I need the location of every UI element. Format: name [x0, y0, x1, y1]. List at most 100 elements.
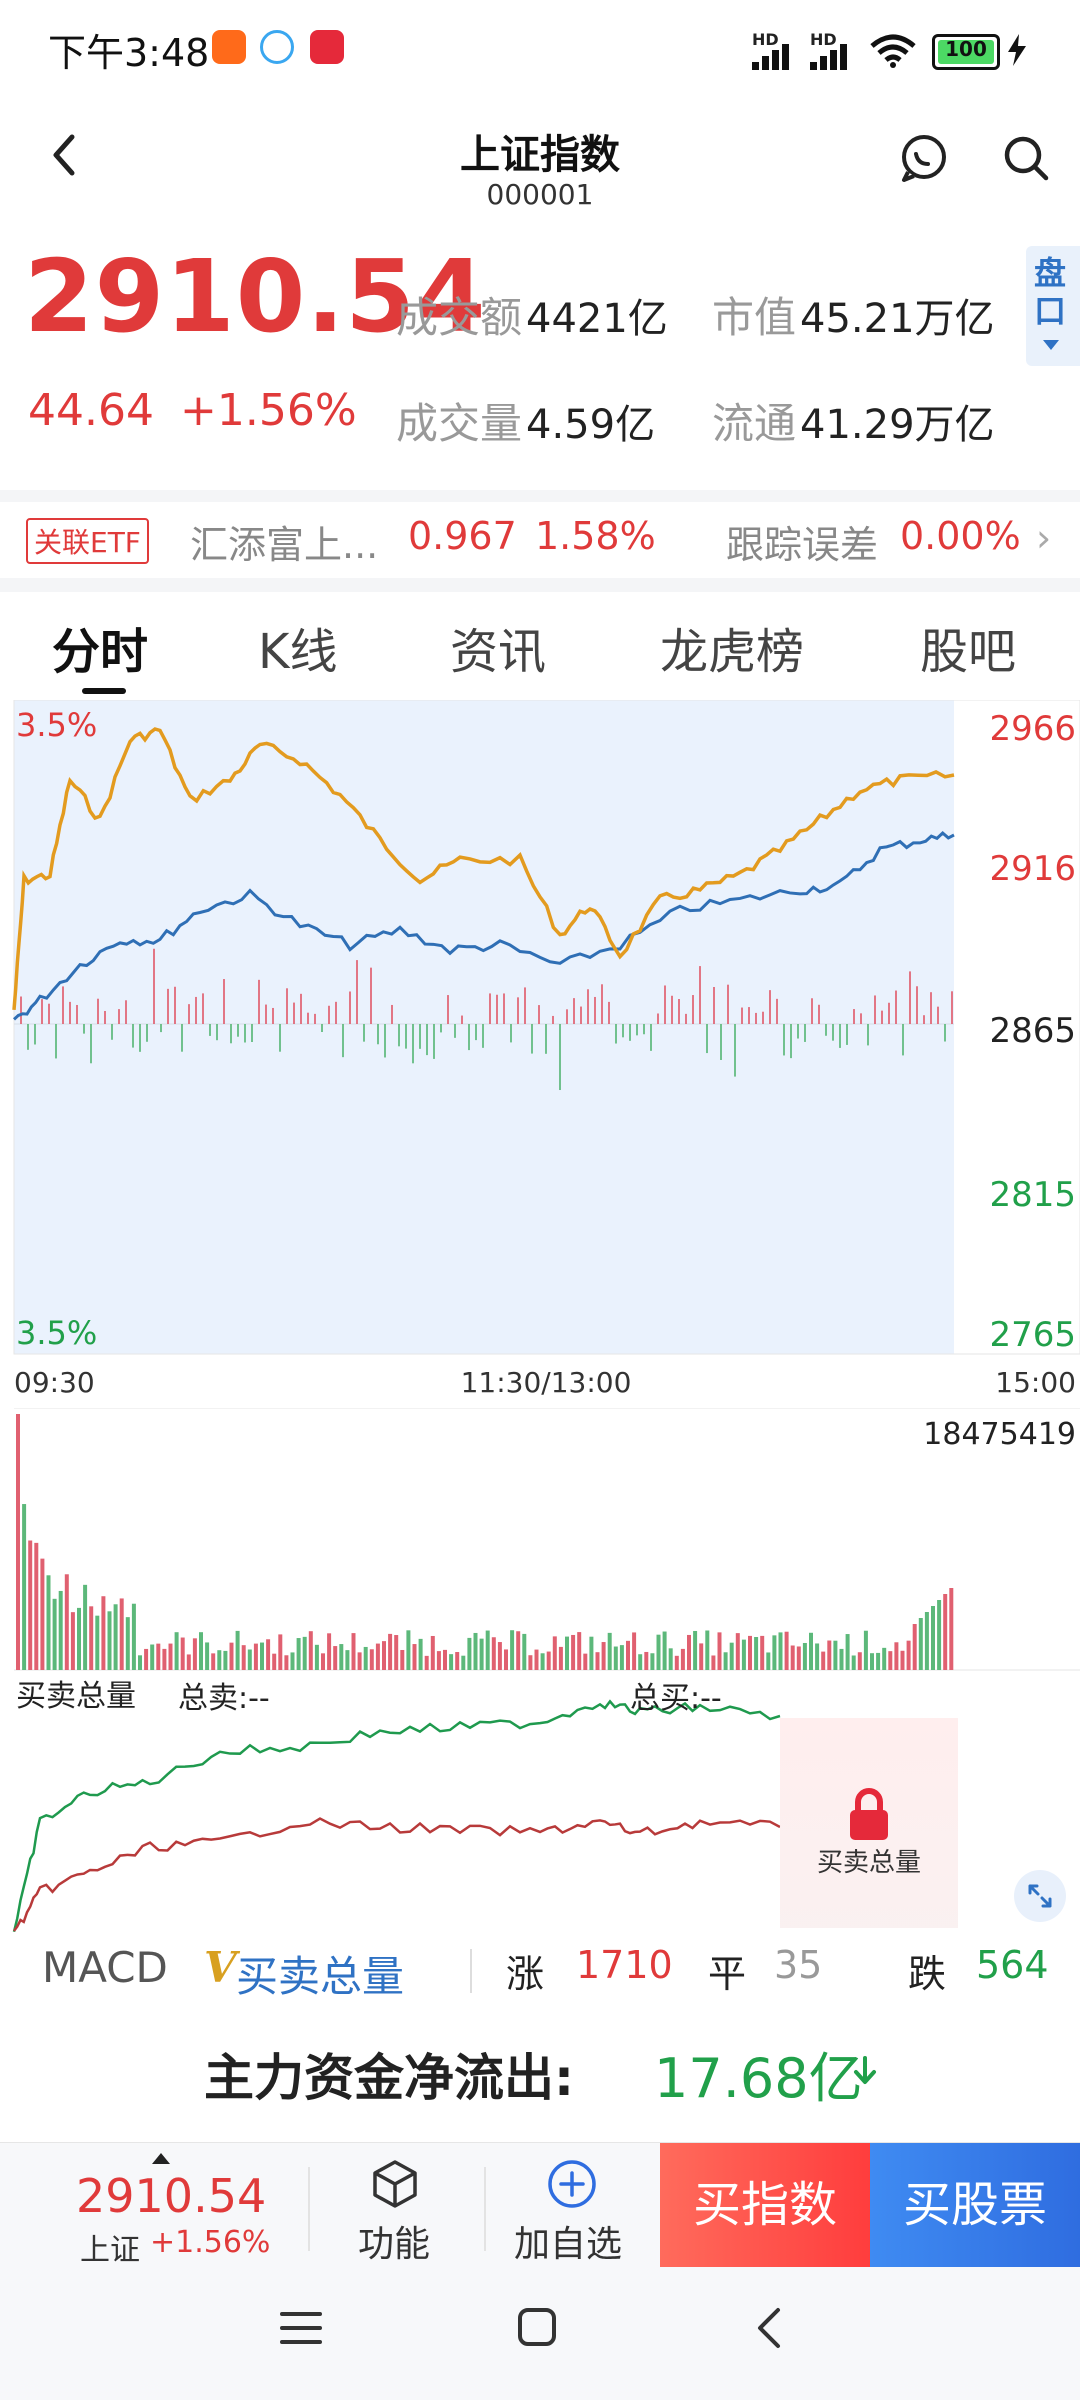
volume-bar [644, 1651, 649, 1670]
volume-bar [931, 1606, 935, 1670]
volume-bar [223, 1650, 228, 1670]
volume-bar [522, 1633, 527, 1670]
locked-feature-overlay[interactable]: 买卖总量 [780, 1718, 958, 1928]
volume-bar [918, 1618, 923, 1670]
volume-bar [16, 1414, 20, 1670]
tab-kline[interactable]: K线 [258, 612, 337, 682]
volume-bar [284, 1655, 289, 1670]
tab-forum[interactable]: 股吧 [920, 612, 1016, 682]
volume-bar [278, 1634, 283, 1670]
lock-icon [850, 1788, 888, 1840]
function-button[interactable]: 功能 [358, 2215, 430, 2267]
up-tick-bar [349, 991, 351, 1024]
add-circle-icon[interactable] [545, 2157, 599, 2211]
down-tick-bar [510, 1024, 512, 1043]
add-to-watchlist-button[interactable]: 加自选 [514, 2215, 622, 2267]
volume-bar [180, 1637, 185, 1670]
down-tick-bar [804, 1024, 806, 1042]
lock-label: 买卖总量 [816, 1848, 921, 1878]
buy-sell-title: 买卖总量 [16, 1679, 136, 1714]
up-tick-bar [391, 1004, 393, 1024]
expand-icon[interactable] [1014, 1870, 1066, 1922]
volume-bar [144, 1648, 149, 1670]
up-tick-bar [20, 996, 22, 1024]
down-tick-bar [636, 1024, 638, 1036]
down-tick-bar [132, 1024, 134, 1048]
up-tick-bar [930, 992, 932, 1024]
up-tick-bar [685, 1013, 687, 1024]
market-cap-label: 市值 [712, 293, 797, 342]
down-tick-bar [146, 1024, 148, 1042]
up-tick-bar [811, 998, 813, 1024]
up-tick-bar [860, 1013, 862, 1024]
down-tick-bar [468, 1024, 470, 1051]
down-tick-bar [867, 1024, 869, 1046]
volume-bar [28, 1540, 33, 1670]
volume-chart[interactable]: 18475419 [0, 1408, 1080, 1672]
back-nav-icon[interactable] [752, 2306, 786, 2350]
order-book-tab[interactable]: 盘口 [1026, 246, 1080, 366]
up-tick-bar [307, 1012, 309, 1024]
related-etf-row[interactable]: 关联ETF 汇添富上... 0.967 1.58% 跟踪误差 0.00% › [0, 502, 1080, 578]
caret-down-icon [1043, 340, 1059, 350]
up-tick-bar [202, 993, 204, 1024]
down-tick-bar [706, 1024, 708, 1054]
down-tick-bar [111, 1024, 113, 1040]
down-tick-bar [832, 1024, 834, 1041]
buy-stock-button[interactable]: 买股票 [870, 2143, 1080, 2267]
down-tick-bar [622, 1024, 624, 1038]
cube-icon[interactable] [368, 2157, 422, 2211]
arrow-down-icon [854, 2056, 876, 2084]
chat-icon[interactable] [896, 130, 952, 186]
volume-bar [485, 1630, 490, 1670]
volume-bar [321, 1653, 325, 1670]
advancers-count: 1710 [576, 1943, 673, 1987]
buy-index-button[interactable]: 买指数 [660, 2143, 870, 2267]
tab-news[interactable]: 资讯 [450, 612, 546, 682]
intraday-chart[interactable]: 3.5% 3.5% 2966 2916 2865 2815 2765 09:30… [0, 700, 1080, 1408]
home-icon[interactable] [516, 2306, 558, 2348]
status-time: 下午3:48 [48, 31, 210, 75]
unchanged-count: 35 [774, 1943, 823, 1987]
turnover-label: 成交额 [396, 293, 523, 342]
tab-dragon-tiger[interactable]: 龙虎榜 [660, 612, 804, 682]
up-tick-bar [461, 1015, 463, 1024]
volume-bar [601, 1642, 606, 1670]
volume-bar [89, 1606, 94, 1670]
tab-intraday[interactable]: 分时 [52, 612, 148, 682]
down-tick-bar [615, 1024, 617, 1044]
down-tick-bar [902, 1024, 904, 1056]
volume-bar [626, 1640, 630, 1670]
down-tick-bar [342, 1024, 344, 1058]
volume-bar [796, 1646, 801, 1670]
up-tick-bar [937, 1006, 939, 1024]
etf-badge: 关联ETF [26, 518, 149, 564]
up-tick-bar [496, 994, 498, 1024]
volume-bar [827, 1640, 832, 1670]
up-tick-bar [272, 1007, 274, 1024]
bottom-price[interactable]: 2910.54 [76, 2169, 266, 2223]
down-tick-bar [720, 1024, 722, 1060]
tab-macd[interactable]: MACD [42, 1943, 168, 1992]
up-tick-bar [664, 985, 666, 1024]
volume-bar [205, 1642, 210, 1670]
charging-icon [1008, 34, 1026, 66]
total-buy-label: 总买:-- [630, 1681, 722, 1716]
volume-bar [247, 1649, 252, 1670]
volume-label: 成交量 [396, 399, 523, 448]
search-icon[interactable] [998, 130, 1054, 186]
up-tick-bar [489, 993, 491, 1024]
etf-name: 汇添富上... [190, 523, 379, 567]
menu-icon[interactable] [280, 2308, 322, 2348]
down-tick-bar [405, 1024, 407, 1049]
volume-bar [540, 1653, 545, 1670]
up-tick-bar [853, 1009, 855, 1024]
volume-bar [229, 1642, 234, 1670]
tab-buy-sell-total[interactable]: 买卖总量 [236, 1943, 404, 2004]
volume-bar [192, 1638, 197, 1670]
volume-bar [912, 1624, 917, 1670]
volume-bar [479, 1638, 484, 1670]
up-tick-bar [594, 996, 596, 1024]
volume-bar [40, 1558, 45, 1670]
up-tick-bar [692, 995, 694, 1024]
